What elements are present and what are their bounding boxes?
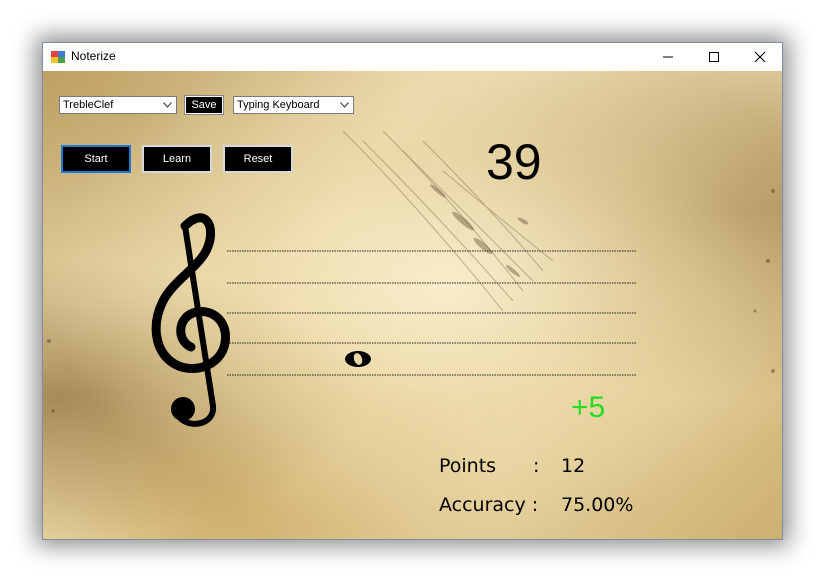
- save-button[interactable]: Save: [184, 95, 224, 115]
- points-separator: :: [533, 455, 540, 477]
- input-mode-select-value: Typing Keyboard: [237, 99, 320, 111]
- input-mode-select[interactable]: Typing Keyboard: [233, 96, 354, 114]
- window-title: Noterize: [71, 49, 116, 63]
- app-icon: [51, 51, 65, 63]
- game-area: TrebleClef Save Typing Keyboard Start Le…: [43, 71, 782, 539]
- maximize-icon: [709, 52, 719, 62]
- clef-select[interactable]: TrebleClef: [59, 96, 177, 114]
- points-value: 12: [561, 455, 586, 477]
- accuracy-value: 75.00%: [561, 494, 634, 516]
- reset-button[interactable]: Reset: [223, 145, 293, 173]
- minimize-icon: [663, 56, 673, 58]
- accuracy-label: Accuracy :: [439, 494, 539, 516]
- clef-select-value: TrebleClef: [63, 99, 114, 111]
- minimize-button[interactable]: [645, 43, 691, 71]
- close-icon: [754, 51, 766, 63]
- chevron-down-icon: [337, 97, 351, 113]
- treble-clef-icon: [151, 213, 230, 427]
- learn-button[interactable]: Learn: [142, 145, 212, 173]
- whole-note-icon: [345, 351, 371, 367]
- staff-lines: [227, 250, 636, 376]
- maximize-button[interactable]: [691, 43, 737, 71]
- bonus-indicator: +5: [571, 391, 606, 424]
- title-bar[interactable]: Noterize: [43, 43, 782, 71]
- start-button[interactable]: Start: [61, 145, 131, 173]
- close-button[interactable]: [737, 43, 783, 71]
- countdown-timer: 39: [486, 134, 542, 190]
- app-window: Noterize TrebleClef Save Typing Keyboard…: [42, 42, 783, 540]
- chevron-down-icon: [160, 97, 174, 113]
- points-label: Points: [439, 455, 497, 477]
